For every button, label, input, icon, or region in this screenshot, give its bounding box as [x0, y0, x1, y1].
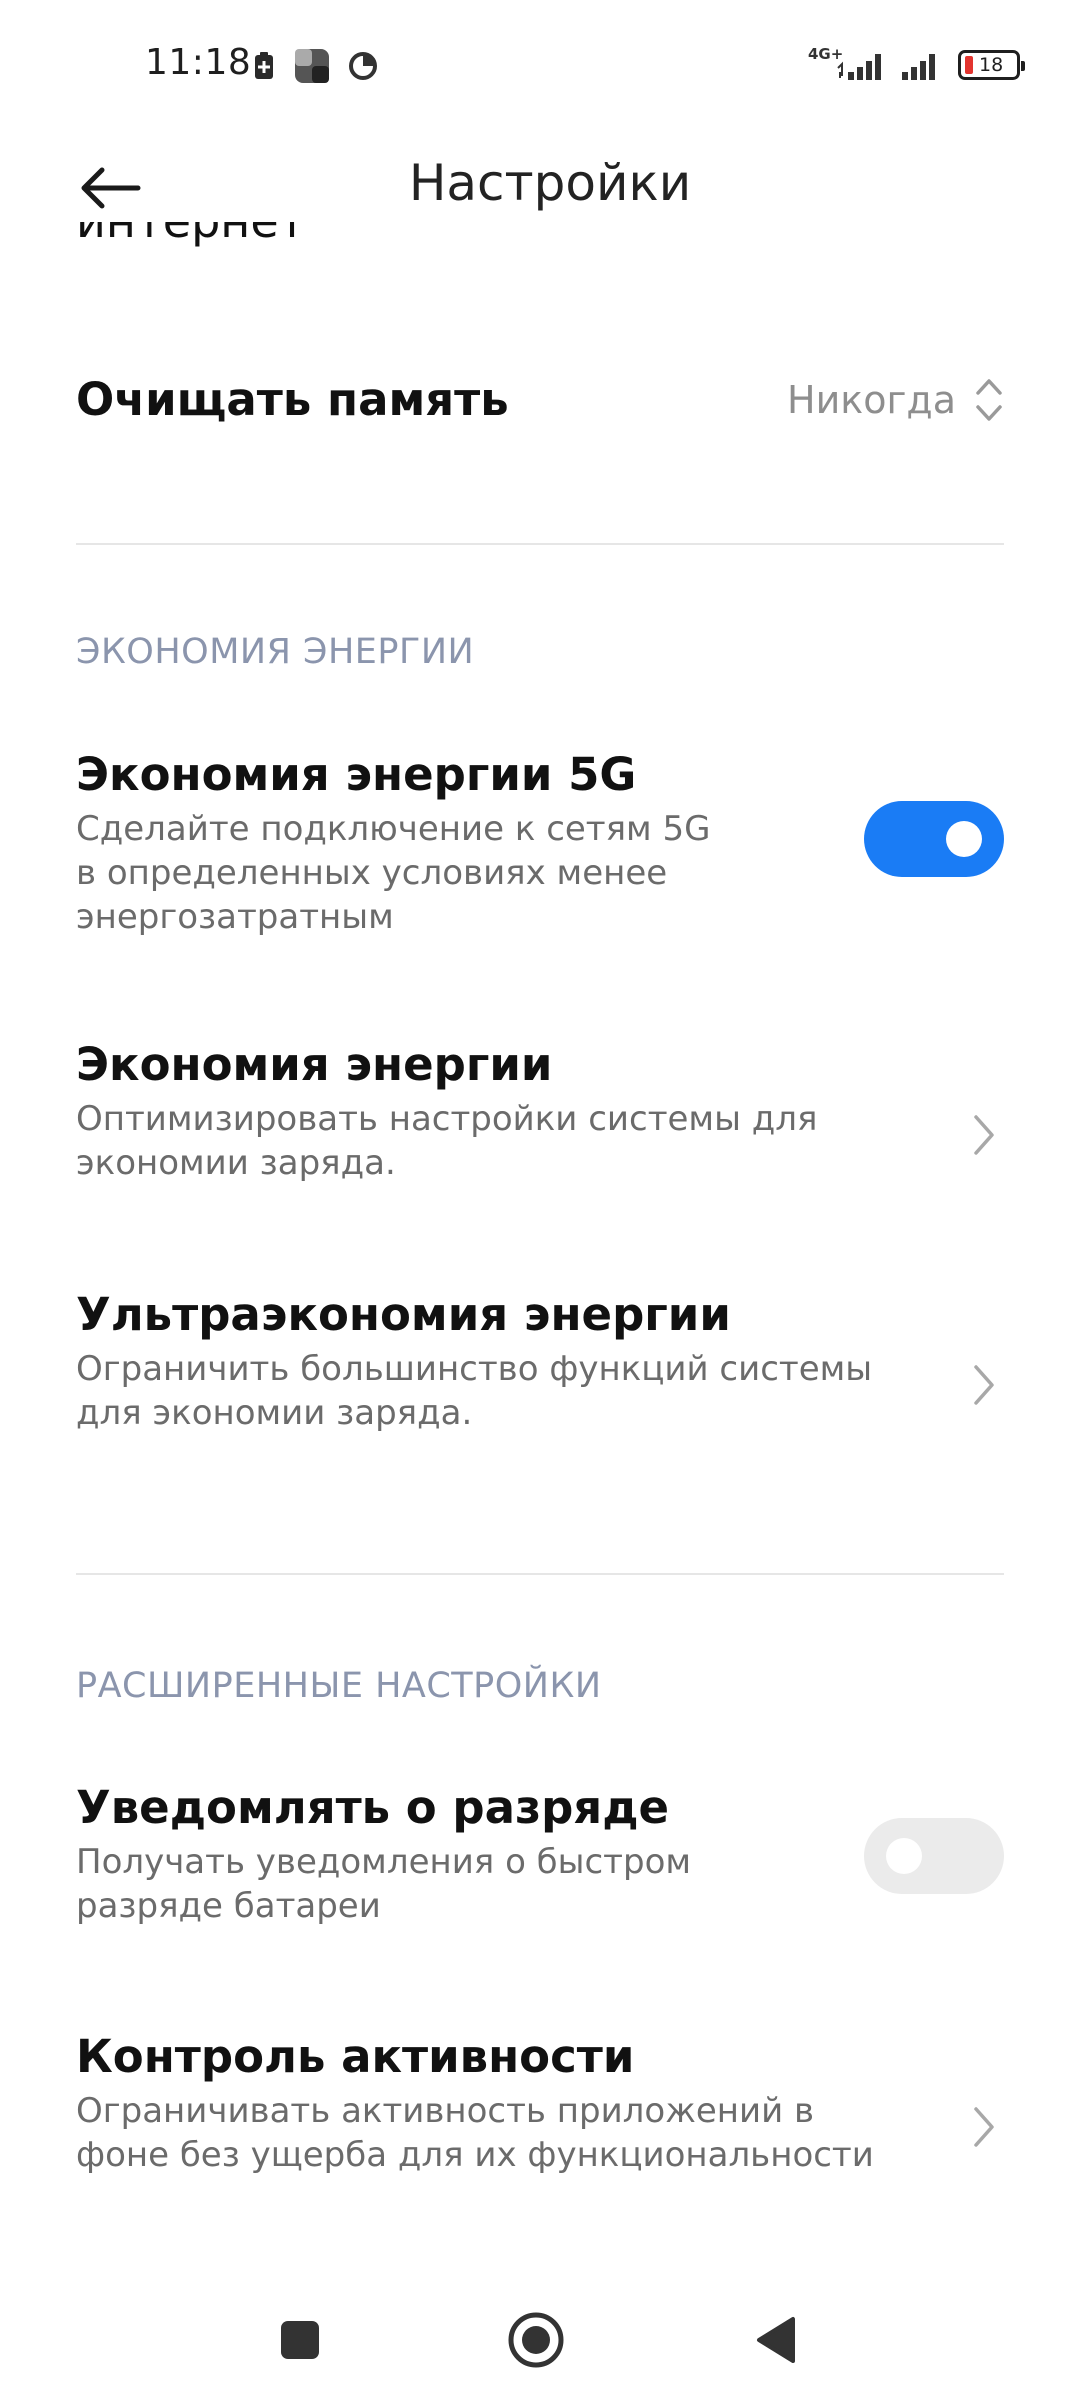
battery-level-text: 18 — [979, 54, 1004, 76]
triangle-back-icon — [757, 2317, 795, 2363]
square-recents-icon — [281, 2321, 319, 2359]
system-status-icons: 18 — [836, 48, 1025, 82]
toggle-discharge-notify[interactable] — [864, 1818, 1004, 1894]
row-title: Ультраэкономия энергии — [76, 1288, 731, 1341]
home-button[interactable] — [496, 2300, 576, 2380]
row-title: Экономия энергии — [76, 1038, 553, 1091]
recents-button[interactable] — [260, 2300, 340, 2380]
app-notification-icon — [295, 49, 329, 83]
row-subtitle: Получать уведомления о быстром разряде б… — [76, 1842, 692, 1926]
row-energy-saving[interactable]: Экономия энергии Оптимизировать настройк… — [76, 1035, 1004, 1195]
clear-memory-value-text: Никогда — [787, 378, 956, 422]
toggle-5g-energy-saving[interactable] — [864, 801, 1004, 877]
battery-icon: 18 — [958, 50, 1025, 80]
section-header-energy-saving: ЭКОНОМИЯ ЭНЕРГИИ — [76, 632, 475, 672]
chevron-right-icon — [974, 1365, 994, 1405]
row-subtitle: Оптимизировать настройки системы для эко… — [76, 1099, 818, 1183]
row-subtitle: Сделайте подключение к сетям 5G в опреде… — [76, 809, 711, 937]
section-divider — [76, 1573, 1004, 1575]
up-down-chevron-icon — [976, 379, 1002, 421]
toggle-knob — [886, 1838, 922, 1874]
row-discharge-notify[interactable]: Уведомлять о разряде Получать уведомлени… — [76, 1778, 1004, 1938]
row-5g-energy-saving[interactable]: Экономия энергии 5G Сделайте подключение… — [76, 745, 1004, 955]
row-title: Уведомлять о разряде — [76, 1781, 670, 1834]
row-activity-control[interactable]: Контроль активности Ограничивать активно… — [76, 2027, 1004, 2187]
partially-visible-row-title: интернет — [76, 222, 305, 262]
battery-saver-notification-icon — [255, 52, 273, 79]
system-navigation-bar — [0, 2280, 1080, 2400]
signal-strength-icon-sim2 — [902, 54, 935, 80]
notification-icons — [252, 48, 378, 84]
back-nav-button[interactable] — [736, 2300, 816, 2380]
chevron-right-icon — [974, 1115, 994, 1155]
page-title: Настройки — [408, 154, 692, 212]
section-divider — [76, 543, 1004, 545]
data-saver-icon — [349, 52, 377, 80]
row-subtitle: Ограничить большинство функций системы д… — [76, 1349, 873, 1433]
circle-home-icon — [508, 2312, 564, 2368]
row-title: Экономия энергии 5G — [76, 748, 637, 801]
row-ultra-energy-saving[interactable]: Ультраэкономия энергии Ограничить больши… — [76, 1285, 1004, 1445]
battery-fill — [965, 56, 973, 74]
toggle-knob — [946, 821, 982, 857]
row-subtitle: Ограничивать активность приложений в фон… — [76, 2091, 874, 2175]
status-bar: 11:18 4G+ 18 — [0, 0, 1080, 130]
clear-memory-value[interactable]: Никогда — [787, 370, 1004, 430]
clear-memory-row[interactable]: Очищать память Никогда — [76, 370, 1004, 470]
signal-strength-icon-sim1 — [837, 54, 881, 80]
status-time: 11:18 — [145, 42, 252, 83]
section-header-advanced: РАСШИРЕННЫЕ НАСТРОЙКИ — [76, 1666, 602, 1706]
row-title: Контроль активности — [76, 2030, 635, 2083]
chevron-right-icon — [974, 2107, 994, 2147]
